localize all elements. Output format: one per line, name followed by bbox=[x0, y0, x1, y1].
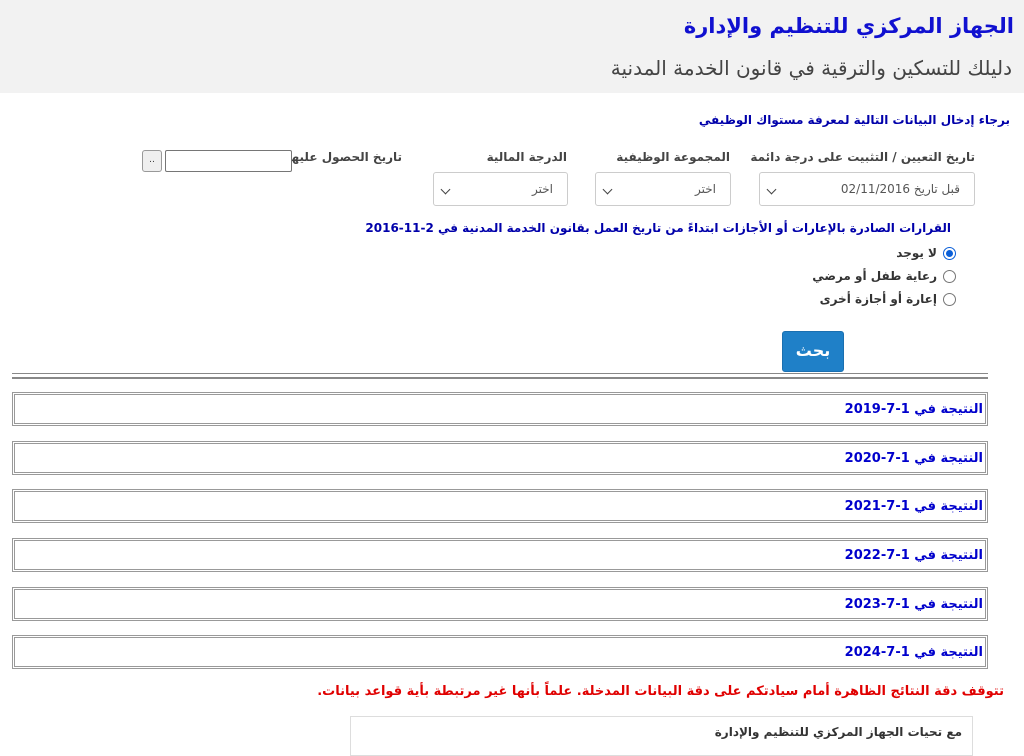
radio-button[interactable] bbox=[943, 269, 956, 283]
radio-button[interactable] bbox=[943, 292, 956, 306]
obtained-date-input[interactable] bbox=[165, 150, 292, 172]
result-title: النتيجة في 1-7-2020 bbox=[844, 451, 983, 466]
appointment-date-value: قبل تاريخ 02/11/2016 bbox=[840, 182, 960, 196]
financial-grade-value: اختر bbox=[532, 182, 553, 196]
result-title: النتيجة في 1-7-2023 bbox=[844, 597, 983, 612]
result-box-2024: النتيجة في 1-7-2024 bbox=[12, 635, 988, 669]
appointment-date-select[interactable]: قبل تاريخ 02/11/2016 bbox=[759, 172, 975, 206]
job-group-value: اختر bbox=[695, 182, 716, 196]
result-title: النتيجة في 1-7-2019 bbox=[844, 402, 983, 417]
result-title: النتيجة في 1-7-2021 bbox=[844, 499, 983, 514]
radio-label: إعارة أو أجازة أخرى bbox=[819, 292, 937, 306]
result-title: النتيجة في 1-7-2022 bbox=[844, 548, 983, 563]
result-box-2019: النتيجة في 1-7-2019 bbox=[12, 392, 988, 426]
result-box-2020: النتيجة في 1-7-2020 bbox=[12, 441, 988, 475]
radio-option-other-leave[interactable]: إعارة أو أجازة أخرى bbox=[820, 291, 956, 307]
date-picker-button[interactable]: .. bbox=[142, 150, 162, 172]
chevron-down-icon bbox=[440, 184, 451, 195]
radio-label: لا يوجد bbox=[896, 246, 937, 260]
result-box-2023: النتيجة في 1-7-2023 bbox=[12, 587, 988, 621]
result-box-2021: النتيجة في 1-7-2021 bbox=[12, 489, 988, 523]
appointment-date-label: تاريخ التعيين / التثبيت على درجة دائمة bbox=[750, 150, 975, 164]
page-header: الجهاز المركزي للتنظيم والإدارة دليلك لل… bbox=[0, 0, 1024, 93]
decisions-title: القرارات الصادرة بالإعارات أو الأجازات ا… bbox=[365, 221, 951, 235]
disclaimer-text: تتوقف دقة النتائج الظاهرة أمام سيادتكم ع… bbox=[317, 684, 1004, 699]
guide-title: دليلك للتسكين والترقية في قانون الخدمة ا… bbox=[610, 56, 1012, 80]
radio-option-none[interactable]: لا يوجد bbox=[896, 245, 956, 261]
org-title: الجهاز المركزي للتنظيم والإدارة bbox=[683, 14, 1014, 38]
divider bbox=[12, 373, 988, 379]
financial-grade-select[interactable]: اختر bbox=[433, 172, 568, 206]
job-group-select[interactable]: اختر bbox=[595, 172, 731, 206]
result-box-2022: النتيجة في 1-7-2022 bbox=[12, 538, 988, 572]
result-title: النتيجة في 1-7-2024 bbox=[844, 645, 983, 660]
regards-text: مع تحيات الجهاز المركزي للتنظيم والإدارة bbox=[714, 725, 962, 739]
radio-label: رعاية طفل أو مرضي bbox=[812, 269, 937, 283]
job-group-label: المجموعة الوظيفية bbox=[616, 150, 730, 164]
radio-option-child-care[interactable]: رعاية طفل أو مرضي bbox=[812, 268, 956, 284]
search-button[interactable]: بحث bbox=[782, 331, 844, 372]
financial-grade-label: الدرجة المالية bbox=[486, 150, 567, 164]
chevron-down-icon bbox=[602, 184, 613, 195]
regards-box: مع تحيات الجهاز المركزي للتنظيم والإدارة bbox=[350, 716, 973, 756]
obtained-date-label: تاريخ الحصول عليها bbox=[287, 150, 402, 164]
form-instructions: برجاء إدخال البيانات التالية لمعرفة مستو… bbox=[698, 113, 1010, 127]
radio-button[interactable] bbox=[943, 246, 956, 260]
chevron-down-icon bbox=[766, 184, 777, 195]
